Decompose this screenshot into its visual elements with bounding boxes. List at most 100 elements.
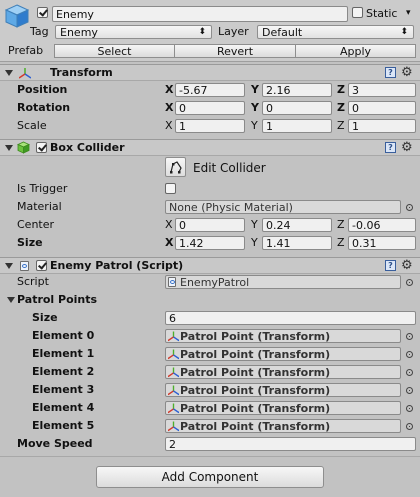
object-picker-icon[interactable]	[406, 423, 413, 430]
patrol-points-foldout[interactable]: Patrol Points	[0, 293, 420, 307]
gear-icon[interactable]: ⚙	[401, 66, 413, 79]
tag-dropdown[interactable]: Enemy ⬍	[55, 25, 212, 39]
rotation-z-label[interactable]: Z	[337, 101, 345, 115]
object-picker-icon[interactable]	[406, 405, 413, 412]
static-checkbox[interactable]	[352, 7, 363, 18]
center-y-field[interactable]: 0.24	[262, 218, 332, 232]
patrol-element-value: Patrol Point (Transform)	[180, 384, 331, 397]
move-speed-label: Move Speed	[17, 437, 93, 450]
rotation-y-field[interactable]: 0	[262, 101, 332, 115]
gameobject-header: Enemy Static ▾ Tag Enemy ⬍ Layer Default…	[0, 0, 420, 62]
foldout-arrow-icon[interactable]	[5, 263, 13, 269]
chevron-down-icon: ⬍	[400, 27, 408, 37]
box-collider-title: Box Collider	[50, 141, 125, 154]
center-label: Center	[17, 218, 55, 231]
position-y-label[interactable]: Y	[251, 83, 259, 97]
scale-x-label[interactable]: X	[165, 119, 173, 133]
object-picker-icon[interactable]	[406, 333, 413, 340]
edit-collider-button[interactable]	[165, 157, 186, 177]
size-y-field[interactable]: 1.41	[262, 236, 332, 250]
rotation-x-label[interactable]: X	[165, 101, 173, 115]
patrol-element-field[interactable]: Patrol Point (Transform)	[165, 419, 401, 433]
patrol-size-label: Size	[32, 311, 58, 324]
script-field[interactable]: EnemyPatrol	[165, 275, 401, 289]
scale-x-field[interactable]: 1	[175, 119, 245, 133]
center-x-label[interactable]: X	[165, 218, 173, 232]
patrol-size-field[interactable]: 6	[165, 311, 416, 325]
center-x-field[interactable]: 0	[175, 218, 245, 232]
enemy-patrol-header[interactable]: Enemy Patrol (Script) ? ⚙	[0, 257, 420, 274]
size-x-label[interactable]: X	[165, 236, 173, 250]
gear-icon[interactable]: ⚙	[401, 141, 413, 154]
rotation-z-field[interactable]: 0	[348, 101, 416, 115]
foldout-arrow-icon[interactable]	[7, 297, 15, 303]
help-icon[interactable]: ?	[385, 142, 396, 153]
position-x-field[interactable]: -5.67	[175, 83, 245, 97]
foldout-arrow-icon[interactable]	[5, 70, 13, 76]
static-dropdown-arrow[interactable]: ▾	[406, 6, 411, 20]
is-trigger-checkbox[interactable]	[165, 183, 176, 194]
rotation-x-field[interactable]: 0	[175, 101, 245, 115]
prefab-select-button[interactable]: Select	[54, 44, 175, 58]
position-x-label[interactable]: X	[165, 83, 173, 97]
patrol-element-field[interactable]: Patrol Point (Transform)	[165, 401, 401, 415]
active-checkbox[interactable]	[37, 7, 48, 18]
patrol-element-label: Element 2	[32, 365, 95, 378]
patrol-element-field[interactable]: Patrol Point (Transform)	[165, 365, 401, 379]
position-z-label[interactable]: Z	[337, 83, 345, 97]
material-label: Material	[17, 200, 62, 213]
transform-icon	[18, 68, 32, 79]
size-z-field[interactable]: 0.31	[348, 236, 416, 250]
prefab-label: Prefab	[8, 44, 44, 57]
object-picker-icon[interactable]	[406, 387, 413, 394]
size-z-label[interactable]: Z	[337, 236, 345, 250]
layer-dropdown[interactable]: Default ⬍	[257, 25, 414, 39]
edit-collider-label: Edit Collider	[193, 161, 266, 175]
add-component-button[interactable]: Add Component	[96, 466, 324, 488]
patrol-element-field[interactable]: Patrol Point (Transform)	[165, 383, 401, 397]
patrol-element-label: Element 4	[32, 401, 95, 414]
prefab-apply-button[interactable]: Apply	[295, 44, 416, 58]
box-collider-header[interactable]: Box Collider ? ⚙	[0, 139, 420, 156]
material-field[interactable]: None (Physic Material)	[165, 200, 401, 214]
transform-title: Transform	[50, 66, 113, 79]
edit-collider-icon	[169, 160, 183, 174]
script-label: Script	[17, 275, 49, 288]
scale-y-field[interactable]: 1	[262, 119, 332, 133]
patrol-element-label: Element 5	[32, 419, 95, 432]
is-trigger-label: Is Trigger	[17, 182, 68, 195]
foldout-arrow-icon[interactable]	[5, 145, 13, 151]
transform-header[interactable]: Transform ? ⚙	[0, 64, 420, 81]
patrol-element-label: Element 1	[32, 347, 95, 360]
gear-icon[interactable]: ⚙	[401, 259, 413, 272]
patrol-element-label: Element 3	[32, 383, 95, 396]
help-icon[interactable]: ?	[385, 260, 396, 271]
center-z-field[interactable]: -0.06	[348, 218, 416, 232]
center-z-label[interactable]: Z	[337, 218, 345, 232]
position-z-field[interactable]: 3	[348, 83, 416, 97]
scale-y-label[interactable]: Y	[251, 119, 258, 133]
rotation-y-label[interactable]: Y	[251, 101, 259, 115]
transform-icon	[168, 367, 179, 378]
box-collider-enabled-checkbox[interactable]	[36, 142, 47, 153]
object-picker-icon[interactable]	[406, 369, 413, 376]
size-y-label[interactable]: Y	[251, 236, 258, 250]
scale-label: Scale	[17, 119, 47, 132]
scale-z-field[interactable]: 1	[348, 119, 416, 133]
patrol-element-value: Patrol Point (Transform)	[180, 420, 331, 433]
object-name-field[interactable]: Enemy	[52, 6, 348, 22]
position-y-field[interactable]: 2.16	[262, 83, 332, 97]
patrol-element-field[interactable]: Patrol Point (Transform)	[165, 347, 401, 361]
patrol-element-field[interactable]: Patrol Point (Transform)	[165, 329, 401, 343]
object-picker-icon[interactable]	[406, 204, 413, 211]
box-collider-icon	[17, 141, 30, 154]
object-picker-icon[interactable]	[406, 351, 413, 358]
move-speed-field[interactable]: 2	[165, 437, 416, 451]
scale-z-label[interactable]: Z	[337, 119, 345, 133]
size-x-field[interactable]: 1.42	[175, 236, 245, 250]
help-icon[interactable]: ?	[385, 67, 396, 78]
enemy-patrol-enabled-checkbox[interactable]	[36, 260, 47, 271]
prefab-revert-button[interactable]: Revert	[174, 44, 296, 58]
center-y-label[interactable]: Y	[251, 218, 258, 232]
object-picker-icon[interactable]	[406, 279, 413, 286]
